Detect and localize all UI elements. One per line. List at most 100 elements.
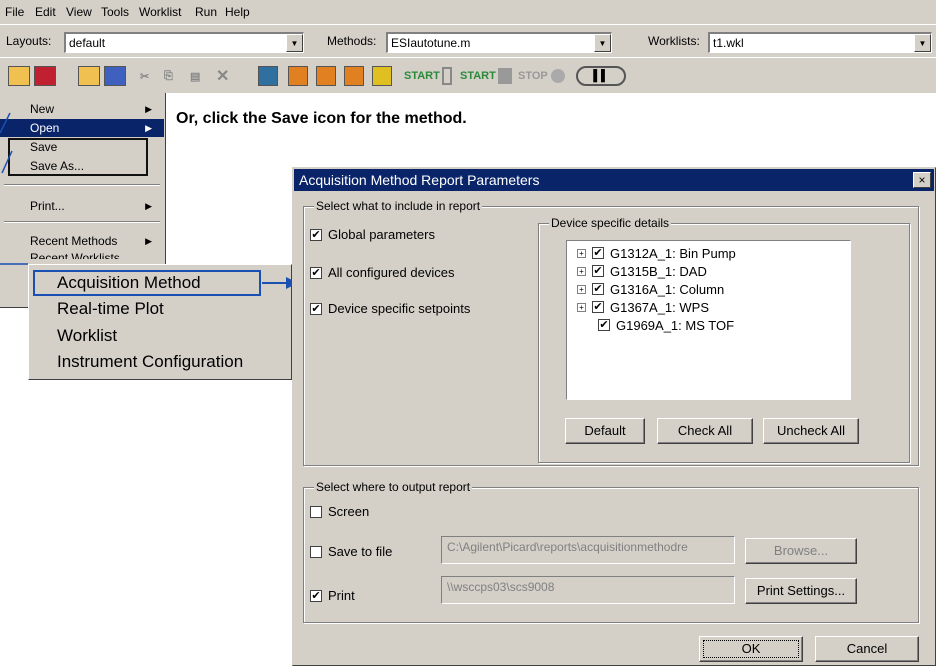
checkbox-icon <box>310 545 322 558</box>
expand-icon[interactable]: + <box>577 248 586 258</box>
device-details-caption: Device specific details <box>549 216 672 230</box>
print-label: Print <box>328 588 355 603</box>
start-button[interactable]: START <box>404 64 452 88</box>
stop-button[interactable]: STOP <box>518 64 565 88</box>
layouts-label: Layouts: <box>6 34 52 48</box>
layouts-value: default <box>69 36 106 50</box>
checkbox-icon[interactable]: ✔ <box>592 301 604 313</box>
checkbox-icon[interactable]: ✔ <box>592 247 604 259</box>
menu-file[interactable]: File <box>5 5 24 19</box>
device-name: G1316A_1: Column <box>610 281 725 297</box>
device-name: G1312A_1: Bin Pump <box>610 245 736 261</box>
dialog-title: Acquisition Method Report Parameters <box>299 172 540 188</box>
chevron-down-icon[interactable]: ▼ <box>594 34 611 52</box>
ok-button[interactable]: OK <box>699 636 803 662</box>
tree-row[interactable]: + ✔ G1315B_1: DAD <box>567 262 707 280</box>
close-icon[interactable]: × <box>913 172 931 188</box>
print-checkbox[interactable]: ✔ Print <box>310 588 355 603</box>
global-parameters-label: Global parameters <box>328 227 435 242</box>
worklists-value: t1.wkl <box>713 36 744 50</box>
menu-view[interactable]: View <box>66 5 92 19</box>
tree-row[interactable]: + ✔ G1312A_1: Bin Pump <box>567 244 736 262</box>
copy-icon[interactable]: ⎘ <box>164 64 173 88</box>
tree-row[interactable]: + ✔ G1316A_1: Column <box>567 280 724 298</box>
dialog-title-bar: Acquisition Method Report Parameters × <box>294 169 934 191</box>
save-to-file-label: Save to file <box>328 544 393 559</box>
submenu-item-instrument-configuration[interactable]: Instrument Configuration <box>57 352 243 372</box>
selector-bar: Layouts: default ▼ Methods: ESIautotune.… <box>0 24 936 57</box>
cut-icon[interactable]: ✂ <box>140 64 149 88</box>
device-setpoints-label: Device specific setpoints <box>328 301 471 316</box>
log-icon[interactable] <box>258 66 278 86</box>
cancel-button[interactable]: Cancel <box>815 636 919 662</box>
layouts-dropdown[interactable]: default ▼ <box>64 32 304 53</box>
checkbox-icon: ✔ <box>310 228 322 241</box>
menu-bar: File Edit View Tools Worklist Run Help <box>0 0 936 24</box>
open-worklist-icon[interactable] <box>78 66 100 86</box>
all-devices-label: All configured devices <box>328 265 455 280</box>
start-worklist-label: START <box>460 70 496 82</box>
methods-label: Methods: <box>327 34 377 48</box>
instruction-text: Or, click the Save icon for the method. <box>176 110 467 127</box>
global-parameters-checkbox[interactable]: ✔ Global parameters <box>310 227 435 242</box>
menu-worklist[interactable]: Worklist <box>139 5 181 19</box>
include-group-caption: Select what to include in report <box>314 199 483 213</box>
tree-row[interactable]: ✔ G1969A_1: MS TOF <box>567 316 734 334</box>
checkbox-icon[interactable]: ✔ <box>592 283 604 295</box>
checkbox-icon: ✔ <box>310 302 322 315</box>
all-devices-checkbox[interactable]: ✔ All configured devices <box>310 265 454 280</box>
save-to-file-checkbox[interactable]: Save to file <box>310 544 392 559</box>
default-button[interactable]: Default <box>565 418 645 444</box>
device-name: G1315B_1: DAD <box>610 263 707 279</box>
submenu-item-realtime-plot[interactable]: Real-time Plot <box>57 299 164 319</box>
open-method-icon[interactable] <box>8 66 30 86</box>
stop-label: STOP <box>518 70 548 82</box>
methods-value: ESIautotune.m <box>391 36 471 50</box>
print-settings-button[interactable]: Print Settings... <box>745 578 857 604</box>
pause-icon[interactable]: ▌▌ <box>576 66 626 86</box>
screen-label: Screen <box>328 504 370 519</box>
submenu-item-worklist[interactable]: Worklist <box>57 326 117 346</box>
check-all-button[interactable]: Check All <box>657 418 753 444</box>
start-label: START <box>404 70 440 82</box>
tree-row[interactable]: + ✔ G1367A_1: WPS <box>567 298 709 316</box>
toolbar: ✂ ⎘ ▤ ✕ START START STOP ▌▌ <box>0 57 936 93</box>
chevron-down-icon[interactable]: ▼ <box>914 34 931 52</box>
menu-help[interactable]: Help <box>225 5 250 19</box>
device-tree[interactable]: + ✔ G1312A_1: Bin Pump + ✔ G1315B_1: DAD + ✔ G… <box>566 240 851 400</box>
worklists-dropdown[interactable]: t1.wkl ▼ <box>708 32 932 53</box>
worklists-label: Worklists: <box>648 34 700 48</box>
report-parameters-dialog: Acquisition Method Report Parameters × S… <box>292 167 936 666</box>
report-icon-2[interactable] <box>316 66 336 86</box>
expand-icon[interactable]: + <box>577 266 586 276</box>
report-icon-3[interactable] <box>344 66 364 86</box>
save-worklist-icon[interactable] <box>104 66 126 86</box>
start-worklist-button[interactable]: START <box>460 64 512 88</box>
checkbox-icon: ✔ <box>310 266 322 279</box>
device-name: G1969A_1: MS TOF <box>616 317 735 333</box>
browse-button[interactable]: Browse... <box>745 538 857 564</box>
menu-tools[interactable]: Tools <box>101 5 129 19</box>
chevron-down-icon[interactable]: ▼ <box>286 34 303 52</box>
save-method-icon[interactable] <box>34 66 56 86</box>
screen-checkbox[interactable]: Screen <box>310 504 369 519</box>
uncheck-all-button[interactable]: Uncheck All <box>763 418 859 444</box>
report-icon-4[interactable] <box>372 66 392 86</box>
print-path-field[interactable]: \\wsccps03\scs9008 <box>441 576 735 604</box>
device-name: G1367A_1: WPS <box>610 299 709 315</box>
methods-dropdown[interactable]: ESIautotune.m ▼ <box>386 32 612 53</box>
expand-icon[interactable]: + <box>577 302 586 312</box>
device-setpoints-checkbox[interactable]: ✔ Device specific setpoints <box>310 301 470 316</box>
checkbox-icon: ✔ <box>310 589 322 602</box>
checkbox-icon[interactable]: ✔ <box>598 319 610 331</box>
save-path-field[interactable]: C:\Agilent\Picard\reports\acquisitionmet… <box>441 536 735 564</box>
paste-icon[interactable]: ▤ <box>190 64 200 88</box>
report-icon-1[interactable] <box>288 66 308 86</box>
checkbox-icon[interactable]: ✔ <box>592 265 604 277</box>
delete-icon[interactable]: ✕ <box>216 64 229 88</box>
menu-edit[interactable]: Edit <box>35 5 56 19</box>
checkbox-icon <box>310 505 322 518</box>
expand-icon[interactable]: + <box>577 284 586 294</box>
output-group-caption: Select where to output report <box>314 480 473 494</box>
menu-run[interactable]: Run <box>195 5 217 19</box>
